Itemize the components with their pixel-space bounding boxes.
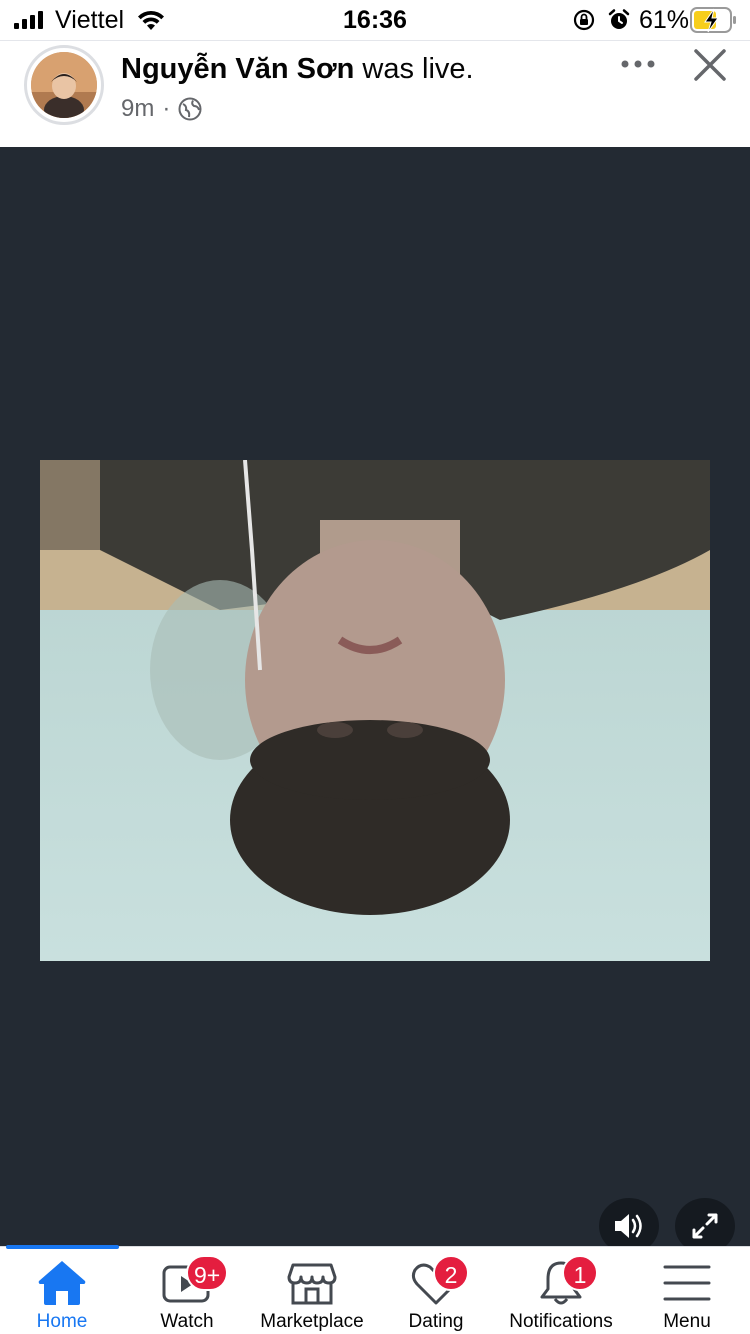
post-meta: 9m · xyxy=(121,95,202,123)
tab-notifications-label: Notifications xyxy=(509,1311,613,1332)
watch-badge: 9+ xyxy=(186,1255,229,1291)
fullscreen-icon xyxy=(692,1213,718,1239)
meta-separator: · xyxy=(162,95,171,122)
post-header: Nguyễn Văn Sơn was live. 9m · xyxy=(0,40,750,147)
tab-watch[interactable]: 9+ Watch xyxy=(137,1247,237,1334)
more-options-button[interactable] xyxy=(616,49,660,79)
live-status-text: was live. xyxy=(362,53,474,85)
author-name[interactable]: Nguyễn Văn Sơn xyxy=(121,53,354,85)
tab-menu[interactable]: Menu xyxy=(637,1247,737,1334)
watch-icon: 9+ xyxy=(160,1255,229,1309)
avatar-image xyxy=(31,52,97,118)
video-image xyxy=(40,460,710,961)
marketplace-icon xyxy=(285,1257,339,1309)
status-bar: Viettel 16:36 61% xyxy=(0,0,750,40)
live-video-player[interactable] xyxy=(0,147,750,1254)
notifications-badge: 1 xyxy=(562,1255,598,1291)
dating-badge: 2 xyxy=(433,1255,469,1291)
tab-home-label: Home xyxy=(36,1311,88,1332)
video-frame[interactable] xyxy=(40,460,710,961)
bottom-tab-bar: Home 9+ Watch Marketplace 2 Dating 1 Not… xyxy=(0,1245,750,1334)
bell-icon: 1 xyxy=(534,1255,598,1309)
tab-marketplace-label: Marketplace xyxy=(260,1311,364,1332)
heart-icon: 2 xyxy=(409,1255,469,1309)
more-dots-icon xyxy=(621,60,655,68)
tab-watch-label: Watch xyxy=(160,1311,214,1332)
post-title: Nguyễn Văn Sơn was live. xyxy=(121,53,474,86)
battery-charging-icon xyxy=(690,7,736,33)
author-avatar[interactable] xyxy=(24,45,104,125)
clock-time: 16:36 xyxy=(343,6,407,34)
tab-marketplace[interactable]: Marketplace xyxy=(252,1247,372,1334)
home-icon xyxy=(35,1257,89,1309)
tab-dating-label: Dating xyxy=(408,1311,464,1332)
volume-icon xyxy=(615,1214,642,1238)
post-time[interactable]: 9m xyxy=(121,95,154,123)
globe-icon xyxy=(178,97,202,121)
tab-dating[interactable]: 2 Dating xyxy=(386,1247,486,1334)
alarm-icon xyxy=(608,9,630,29)
orientation-lock-icon xyxy=(573,9,595,31)
battery-percent: 61% xyxy=(639,6,690,34)
menu-icon xyxy=(660,1257,714,1309)
tab-home[interactable]: Home xyxy=(12,1247,112,1334)
tab-notifications[interactable]: 1 Notifications xyxy=(501,1247,621,1334)
close-icon[interactable] xyxy=(690,45,730,85)
tab-menu-label: Menu xyxy=(663,1311,711,1332)
